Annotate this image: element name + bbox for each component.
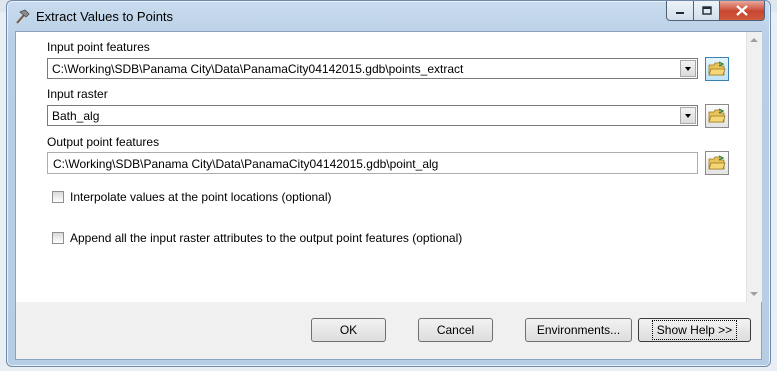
hammer-tool-icon — [13, 8, 31, 26]
maximize-button[interactable] — [694, 1, 720, 21]
input-raster-label: Input raster — [47, 87, 108, 101]
minimize-icon — [676, 11, 684, 14]
scroll-down-icon[interactable] — [750, 292, 758, 296]
chevron-down-icon[interactable] — [680, 107, 696, 124]
window-controls — [666, 1, 765, 21]
input-point-features-value: C:\Working\SDB\Panama City\Data\PanamaCi… — [52, 62, 464, 76]
browse-input-points-button[interactable] — [705, 57, 729, 81]
interpolate-label: Interpolate values at the point location… — [70, 190, 332, 204]
dialog-window: Extract Values to Points Input point fea… — [6, 0, 771, 367]
show-help-label: Show Help >> — [651, 320, 738, 340]
cancel-button[interactable]: Cancel — [418, 318, 493, 342]
minimize-button[interactable] — [666, 1, 694, 21]
output-point-features-field[interactable]: C:\Working\SDB\Panama City\Data\PanamaCi… — [47, 152, 698, 174]
output-point-features-label: Output point features — [47, 135, 160, 149]
open-folder-icon — [708, 155, 726, 170]
window-title: Extract Values to Points — [36, 9, 174, 24]
input-raster-combo[interactable]: Bath_alg — [47, 105, 698, 126]
chevron-down-icon[interactable] — [680, 60, 696, 77]
vertical-scrollbar[interactable] — [746, 32, 762, 302]
close-icon — [736, 5, 748, 16]
browse-output-points-button[interactable] — [705, 151, 729, 175]
interpolate-checkbox[interactable] — [52, 191, 64, 203]
open-folder-icon — [708, 61, 726, 76]
append-attributes-label: Append all the input raster attributes t… — [70, 231, 463, 245]
input-raster-value: Bath_alg — [52, 109, 100, 123]
input-point-features-label: Input point features — [47, 40, 150, 54]
parameters-panel: Input point features C:\Working\SDB\Pana… — [16, 32, 746, 302]
interpolate-option[interactable]: Interpolate values at the point location… — [52, 190, 332, 204]
maximize-icon — [701, 5, 712, 15]
ok-button[interactable]: OK — [311, 318, 386, 342]
open-folder-icon — [708, 108, 726, 123]
output-point-features-value: C:\Working\SDB\Panama City\Data\PanamaCi… — [53, 157, 439, 171]
input-point-features-combo[interactable]: C:\Working\SDB\Panama City\Data\PanamaCi… — [47, 58, 698, 79]
append-attributes-checkbox[interactable] — [52, 232, 64, 244]
append-attributes-option[interactable]: Append all the input raster attributes t… — [52, 231, 462, 245]
environments-button[interactable]: Environments... — [525, 318, 632, 342]
dialog-client-area: Input point features C:\Working\SDB\Pana… — [15, 31, 762, 360]
show-help-button[interactable]: Show Help >> — [638, 318, 751, 342]
scroll-up-icon[interactable] — [750, 38, 758, 42]
browse-input-raster-button[interactable] — [705, 104, 729, 128]
title-bar[interactable]: Extract Values to Points — [7, 1, 770, 31]
close-button[interactable] — [720, 1, 765, 21]
